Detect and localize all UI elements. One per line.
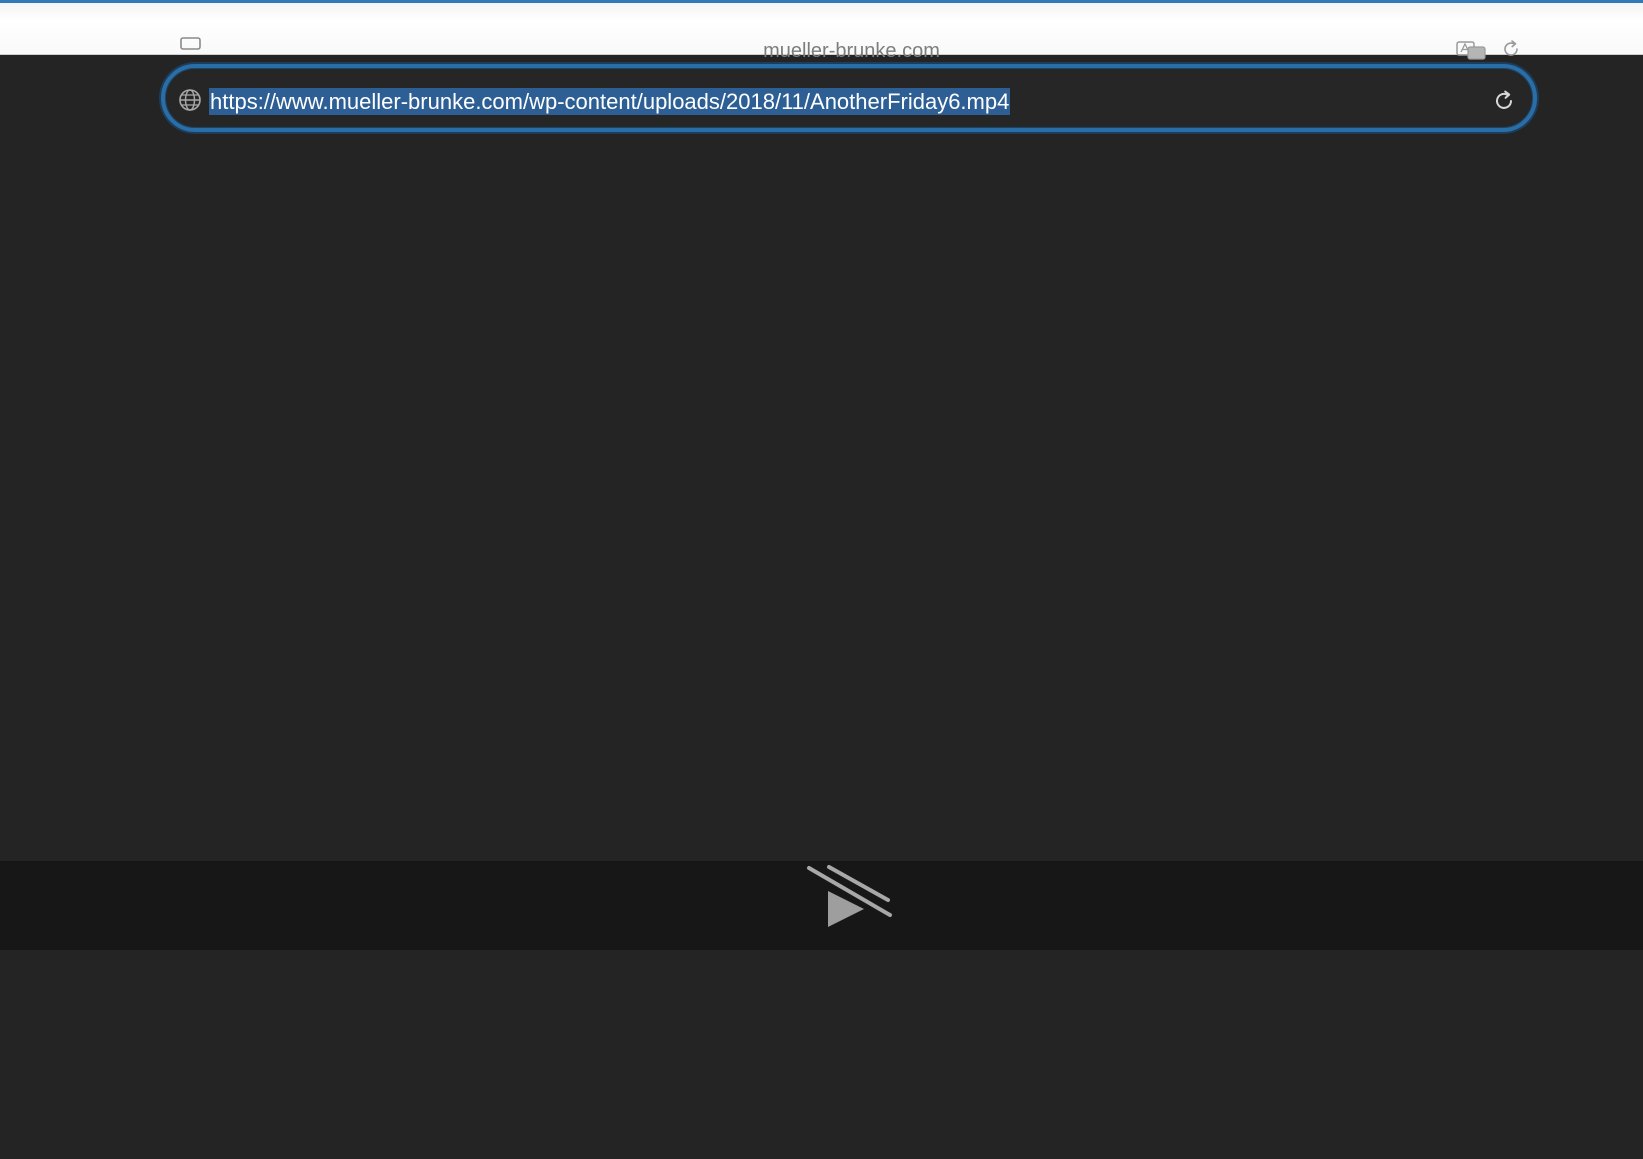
translate-icon <box>1456 41 1486 60</box>
play-disabled-icon[interactable] <box>806 863 896 933</box>
globe-icon <box>179 89 201 111</box>
address-reload-button[interactable] <box>1491 88 1517 114</box>
reload-icon <box>1504 40 1518 56</box>
reload-icon <box>1496 90 1512 109</box>
page-bottom-area <box>0 950 1643 1159</box>
browser-toolbar: mueller-brunke.com <box>0 3 1643 60</box>
translate-button[interactable] <box>1456 40 1488 60</box>
toolbar-domain-label: mueller-brunke.com <box>763 40 940 62</box>
url-field[interactable]: https://www.mueller-brunke.com/wp-conten… <box>209 88 1011 115</box>
video-player-area <box>0 140 1643 860</box>
toolbar-reload-button[interactable] <box>1500 38 1522 60</box>
browser-window: mueller-brunke.com https://www.mueller-b… <box>0 0 1643 1159</box>
address-bar[interactable]: https://www.mueller-brunke.com/wp-conten… <box>161 64 1537 132</box>
